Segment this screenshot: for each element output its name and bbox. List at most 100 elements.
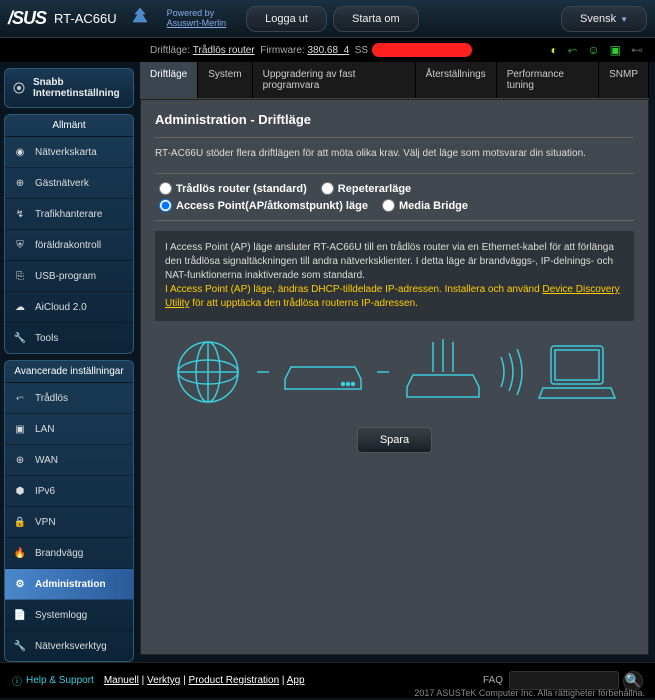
settings-panel: Administration - Driftläge RT-AC66U stöd… [140, 99, 649, 655]
tab-performance-tuning[interactable]: Performance tuning [497, 62, 599, 98]
sidebar-item-brandv-gg[interactable]: 🔥Brandvägg [5, 538, 133, 569]
sidebar-icon: ⛨ [12, 237, 28, 253]
model-name: RT-AC66U [54, 11, 117, 26]
radio-access-point[interactable] [159, 199, 172, 212]
reboot-button[interactable]: Starta om [333, 6, 419, 32]
sidebar-item-wan[interactable]: ⊕WAN [5, 445, 133, 476]
sidebar-icon: ↯ [12, 206, 28, 222]
footer-link-verktyg[interactable]: Verktyg [147, 675, 180, 686]
footer-link-product-registration[interactable]: Product Registration [189, 675, 280, 686]
panel-description: RT-AC66U stöder flera driftlägen för att… [155, 148, 634, 159]
sidebar-icon: 📄 [12, 607, 28, 623]
mode-wireless-router[interactable]: Trådlös router (standard) [159, 182, 307, 195]
copyright: 2017 ASUSTeK Computer Inc. Alla rättighe… [414, 688, 645, 698]
mode-radio-group: Trådlös router (standard) Repeterarläge … [155, 173, 634, 221]
footer-link-app[interactable]: App [287, 675, 305, 686]
save-button[interactable]: Spara [357, 427, 432, 453]
sidebar-item-systemlogg[interactable]: 📄 Systemlogg [5, 600, 133, 631]
topology-diagram [155, 321, 634, 427]
tab-snmp[interactable]: SNMP [599, 62, 649, 98]
sidebar-icon: ⬿ [12, 390, 28, 406]
help-support-link[interactable]: ⓘ Help & Support [12, 673, 94, 688]
sidebar-icon: ⚙ [12, 576, 28, 592]
lan-icon[interactable]: ▣ [610, 43, 621, 58]
top-bar: /SUS RT-AC66U Powered by Asuswrt-Merlin … [0, 0, 655, 38]
mode-media-bridge[interactable]: Media Bridge [382, 199, 468, 212]
tab-bar: DriftlägeSystemUppgradering av fast prog… [140, 62, 649, 99]
question-icon: ⓘ [12, 673, 22, 688]
chevron-down-icon: ▼ [620, 15, 628, 24]
sidebar-item-lan[interactable]: ▣ LAN [5, 414, 133, 445]
mode-access-point[interactable]: Access Point(AP/åtkomstpunkt) läge [159, 199, 368, 212]
sidebar-item-vpn[interactable]: 🔒VPN [5, 507, 133, 538]
sidebar-item-aicloud-2-0[interactable]: ☁AiCloud 2.0 [5, 292, 133, 323]
panel-title: Administration - Driftläge [155, 112, 634, 138]
cable-icon [377, 369, 389, 375]
laptop-icon [537, 340, 617, 404]
sidebar-advanced: Avancerade inställningar ⬿Trådlös▣LAN⊕WA… [4, 360, 134, 662]
ssid-label: SS [355, 45, 368, 56]
sidebar-item-ipv6[interactable]: ⬢ IPv6 [5, 476, 133, 507]
asuswrt-merlin-link[interactable]: Asuswrt-Merlin [167, 18, 227, 28]
quick-setup-button[interactable]: Snabb Internetinställning [5, 69, 133, 107]
sidebar-item-tools[interactable]: 🔧Tools [5, 323, 133, 353]
footer-links: Manuell | Verktyg | Product Registration… [104, 675, 305, 686]
cable-icon [257, 369, 269, 375]
sidebar-icon: 🔥 [12, 545, 28, 561]
tab-uppgradering-av-fast-programvara[interactable]: Uppgradering av fast programvara [253, 62, 416, 98]
usb-icon[interactable]: ⊷ [631, 43, 643, 58]
sidebar-item-usb-program[interactable]: ⎘USB-program [5, 261, 133, 292]
sidebar: Snabb Internetinställning Allmänt ◉Nätve… [0, 62, 138, 662]
sidebar-item-tr-dl-s[interactable]: ⬿Trådlös [5, 383, 133, 414]
gear-icon [11, 80, 27, 96]
language-button[interactable]: Svensk▼ [561, 6, 647, 32]
mode-value-link[interactable]: Trådlös router [193, 45, 255, 56]
tab--terst-llnings[interactable]: Återställnings [416, 62, 497, 98]
sidebar-item-label: VPN [35, 517, 56, 528]
sidebar-icon: ⎘ [12, 268, 28, 284]
sidebar-item-trafikhanterare[interactable]: ↯Trafikhanterare [5, 199, 133, 230]
bulb-icon[interactable]: ◐ [551, 43, 558, 58]
sidebar-item-label: LAN [35, 424, 54, 435]
quick-setup-label: Snabb Internetinställning [33, 77, 127, 99]
sidebar-general: Allmänt ◉Nätverkskarta⊕Gästnätverk↯Trafi… [4, 114, 134, 354]
tab-system[interactable]: System [198, 62, 252, 98]
sidebar-item-label: Systemlogg [35, 610, 87, 621]
wifi-waves-icon [497, 347, 523, 397]
radio-media-bridge[interactable] [382, 199, 395, 212]
logout-button[interactable]: Logga ut [246, 6, 327, 32]
sidebar-header-general: Allmänt [5, 115, 133, 137]
wifi-icon[interactable]: ⬿ [568, 43, 578, 58]
sidebar-icon: ⊕ [12, 175, 28, 191]
sidebar-icon: 🔧 [12, 638, 28, 654]
radio-repeater[interactable] [321, 182, 334, 195]
footer-link-manuell[interactable]: Manuell [104, 675, 139, 686]
powered-by: Powered by Asuswrt-Merlin [167, 9, 227, 29]
sidebar-item-label: AiCloud 2.0 [35, 302, 87, 313]
tab-driftl-ge[interactable]: Driftläge [140, 62, 198, 98]
faq-label: FAQ [483, 675, 503, 686]
ssid-redacted [372, 43, 472, 57]
main-content: DriftlägeSystemUppgradering av fast prog… [138, 62, 655, 662]
sidebar-item-n-tverkskarta[interactable]: ◉Nätverkskarta [5, 137, 133, 168]
sidebar-icon: ▣ [12, 421, 28, 437]
mode-info-box: I Access Point (AP) läge ansluter RT-AC6… [155, 231, 634, 321]
sidebar-icon: ⊕ [12, 452, 28, 468]
info-bar: Driftläge: Trådlös router Firmware: 380.… [0, 38, 655, 62]
info-text: I Access Point (AP) läge ansluter RT-AC6… [165, 241, 624, 283]
sidebar-item-label: Administration [35, 579, 106, 590]
sidebar-item-label: Tools [35, 333, 58, 344]
user-icon[interactable]: ☺ [587, 43, 599, 58]
sidebar-icon: ⬢ [12, 483, 28, 499]
sidebar-item-label: IPv6 [35, 486, 55, 497]
sidebar-item-g-stn-tverk[interactable]: ⊕Gästnätverk [5, 168, 133, 199]
fw-label: Firmware: [260, 45, 304, 56]
sidebar-item-label: Nätverkskarta [35, 147, 97, 158]
sidebar-item-n-tverksverktyg[interactable]: 🔧Nätverksverktyg [5, 631, 133, 661]
sidebar-item-f-r-ldrakontroll[interactable]: ⛨föräldrakontroll [5, 230, 133, 261]
fw-value-link[interactable]: 380.68_4 [307, 45, 349, 56]
mode-repeater[interactable]: Repeterarläge [321, 182, 411, 195]
radio-wireless-router[interactable] [159, 182, 172, 195]
sidebar-item-administration[interactable]: ⚙ Administration [5, 569, 133, 600]
brand-logo: /SUS [8, 8, 46, 29]
